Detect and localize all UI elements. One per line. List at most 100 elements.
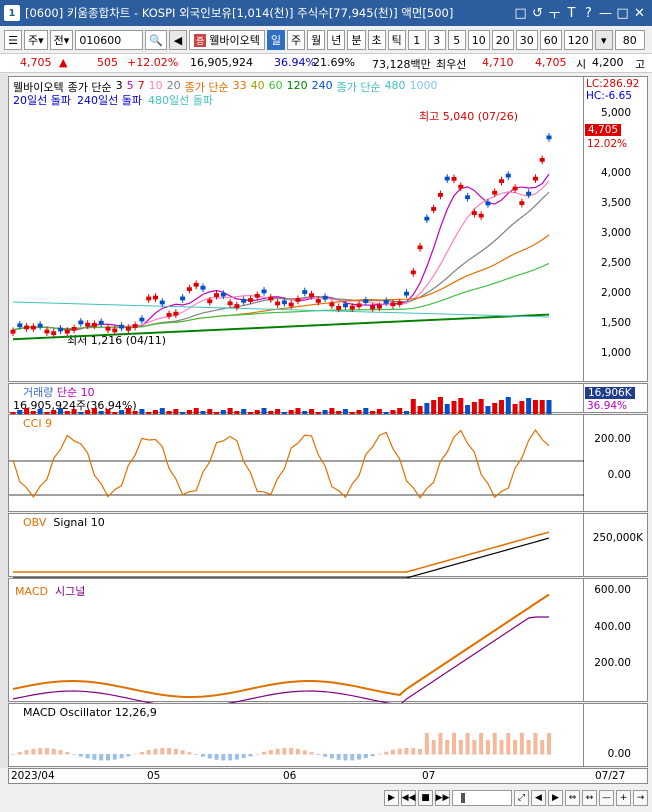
volume-bar: [526, 398, 532, 414]
x-label: 2023/04: [11, 770, 55, 782]
tab-second[interactable]: 초: [367, 30, 386, 50]
candle-body: [30, 325, 36, 330]
oscillator-bar: [92, 754, 97, 760]
stock-name-box[interactable]: 증 웰바이오텍: [189, 30, 265, 50]
candle-body: [383, 299, 389, 304]
layout-icon[interactable]: □: [512, 4, 529, 22]
candle-body: [105, 326, 111, 331]
candle-body: [234, 304, 240, 308]
zoom-out-icon[interactable]: —: [599, 790, 614, 806]
interval-10[interactable]: 10: [467, 30, 490, 50]
tab-tick[interactable]: 틱: [387, 30, 406, 50]
oscillator-bar: [411, 748, 416, 755]
candle-body: [139, 317, 145, 322]
oscillator-bar: [533, 733, 538, 755]
volume-bar: [546, 400, 552, 414]
minimize-button[interactable]: —: [597, 4, 614, 22]
interval-3[interactable]: 3: [427, 30, 446, 50]
tab-minute[interactable]: 분: [347, 30, 366, 50]
price-mode-value: 전: [53, 34, 64, 47]
ma-60-line: [12, 262, 550, 331]
oscillator-bar: [329, 754, 334, 759]
maximize-button[interactable]: □: [614, 4, 631, 22]
stock-code-input[interactable]: 010600: [75, 30, 144, 50]
interval-30[interactable]: 30: [515, 30, 538, 50]
oscillator-bar: [31, 748, 36, 755]
candle-body: [363, 299, 369, 304]
candle-body: [458, 184, 464, 189]
candle-body: [302, 290, 308, 294]
open-price: 4,200: [592, 56, 624, 69]
candle-body: [451, 177, 457, 181]
x-label: 07: [422, 770, 436, 782]
oscillator-bar: [268, 749, 273, 755]
candle-body: [526, 191, 532, 196]
volume-bar: [499, 400, 505, 414]
interval-1[interactable]: 1: [407, 30, 426, 50]
chevron-down-icon[interactable]: ▾: [594, 30, 613, 50]
oscillator-bar: [119, 754, 124, 759]
candle-body: [227, 301, 233, 306]
expand-icon[interactable]: ↔: [582, 790, 597, 806]
menu-icon[interactable]: ☰: [4, 30, 22, 50]
scroll-left-icon[interactable]: ◀: [531, 790, 546, 806]
close-button[interactable]: ✕: [631, 4, 648, 22]
rewind-icon[interactable]: ◀◀: [401, 790, 416, 806]
fullscreen-icon[interactable]: ⤢: [514, 790, 529, 806]
oscillator-bar: [465, 733, 470, 755]
cursor-icon[interactable]: →: [633, 790, 648, 806]
font-icon[interactable]: T: [563, 4, 580, 22]
oscillator-bar: [397, 748, 402, 755]
cci-chart: [9, 428, 585, 500]
interval-120[interactable]: 120: [563, 30, 593, 50]
oscillator-bar: [99, 754, 104, 761]
candle-body: [119, 324, 125, 329]
price-mode-select[interactable]: 전 ▾: [49, 30, 74, 50]
forward-icon[interactable]: ▶▶: [435, 790, 450, 806]
count-input[interactable]: 80: [614, 30, 645, 50]
pan-icon[interactable]: ⇔: [565, 790, 580, 806]
candle-body: [485, 201, 491, 206]
period-type-select[interactable]: 주 ▾: [24, 30, 48, 50]
obv-axis: 250,000K: [584, 513, 648, 577]
candle-body: [17, 323, 23, 328]
candle-body: [152, 295, 158, 300]
price-tag: 4,705: [585, 124, 622, 136]
volume-tag: 16,906K: [585, 387, 635, 399]
speed-slider[interactable]: [452, 790, 512, 806]
interval-60[interactable]: 60: [539, 30, 562, 50]
scroll-right-icon[interactable]: ▶: [548, 790, 563, 806]
oscillator-bar: [180, 750, 185, 755]
stock-name: 웰바이오텍: [209, 34, 260, 47]
zoom-in-icon[interactable]: +: [616, 790, 631, 806]
speaker-icon[interactable]: ◀: [169, 30, 188, 50]
candle-body: [193, 282, 199, 287]
candle-body: [112, 328, 118, 333]
search-icon[interactable]: 🔍: [145, 30, 168, 50]
pin-icon[interactable]: ㅜ: [546, 4, 563, 23]
quote-change-pct: +12.02%: [127, 56, 179, 69]
tab-day[interactable]: 일: [266, 30, 286, 50]
refresh-icon[interactable]: ↺: [529, 4, 546, 22]
y-tick: 5,000: [600, 107, 631, 119]
oscillator-bar: [323, 754, 328, 757]
tab-month[interactable]: 월: [307, 30, 326, 50]
help-icon[interactable]: ?: [580, 4, 597, 22]
left-scrollbar[interactable]: [0, 74, 8, 768]
play-icon[interactable]: ▶: [384, 790, 399, 806]
interval-5[interactable]: 5: [447, 30, 466, 50]
pct-tag: 12.02%: [587, 138, 628, 150]
oscillator-bar: [418, 748, 423, 755]
candle-body: [78, 320, 84, 325]
volume-bar: [410, 399, 416, 414]
tab-year[interactable]: 년: [327, 30, 346, 50]
volume-bar: [485, 406, 491, 414]
candle-body: [546, 135, 552, 140]
oscillator-bar: [207, 754, 212, 759]
stop-icon[interactable]: ■: [418, 790, 433, 806]
interval-20[interactable]: 20: [491, 30, 514, 50]
oscillator-bar: [214, 754, 219, 760]
oscillator-bar: [526, 740, 531, 755]
tab-week[interactable]: 주: [287, 30, 306, 50]
oscillator-axis: 0.00: [584, 703, 648, 767]
